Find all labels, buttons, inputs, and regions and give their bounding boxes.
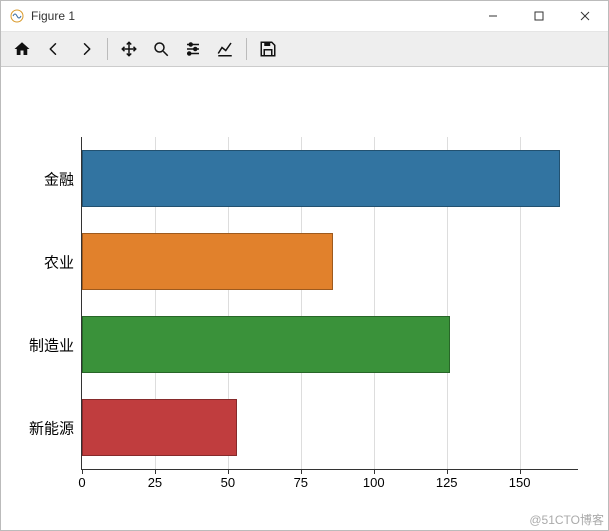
bar	[82, 233, 333, 289]
pan-button[interactable]	[114, 34, 144, 64]
watermark: @51CTO博客	[529, 511, 604, 528]
y-tick-label: 金融	[44, 168, 82, 189]
toolbar-separator	[246, 38, 247, 60]
maximize-button[interactable]	[516, 1, 562, 31]
back-button[interactable]	[39, 34, 69, 64]
minimize-button[interactable]	[470, 1, 516, 31]
x-tick-label: 0	[78, 469, 85, 490]
y-tick-label: 农业	[44, 251, 82, 272]
bar	[82, 150, 560, 206]
close-button[interactable]	[562, 1, 608, 31]
x-tick-label: 150	[509, 469, 531, 490]
bar	[82, 316, 450, 372]
y-tick-label: 制造业	[29, 334, 82, 355]
figure-canvas[interactable]: 0255075100125150金融农业制造业新能源 @51CTO博客	[1, 67, 608, 530]
bar	[82, 399, 237, 455]
x-tick-label: 25	[148, 469, 162, 490]
zoom-button[interactable]	[146, 34, 176, 64]
window-title: Figure 1	[31, 9, 470, 23]
toolbar	[1, 32, 608, 67]
x-tick-label: 75	[294, 469, 308, 490]
toolbar-separator	[107, 38, 108, 60]
app-window: Figure 1	[0, 0, 609, 531]
edit-axes-button[interactable]	[210, 34, 240, 64]
configure-subplots-button[interactable]	[178, 34, 208, 64]
forward-button[interactable]	[71, 34, 101, 64]
app-icon	[9, 8, 25, 24]
save-button[interactable]	[253, 34, 283, 64]
y-tick-label: 新能源	[29, 417, 82, 438]
x-tick-label: 100	[363, 469, 385, 490]
window-controls	[470, 1, 608, 31]
titlebar: Figure 1	[1, 1, 608, 32]
x-tick-label: 125	[436, 469, 458, 490]
x-tick-label: 50	[221, 469, 235, 490]
home-button[interactable]	[7, 34, 37, 64]
axes: 0255075100125150金融农业制造业新能源	[81, 137, 578, 470]
